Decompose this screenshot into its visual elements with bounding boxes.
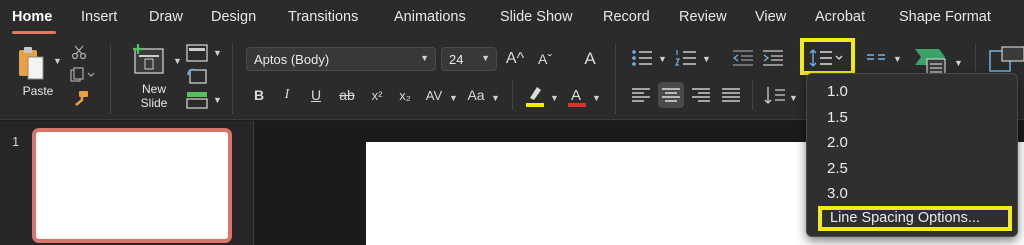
ribbon-separator: [752, 80, 753, 110]
numbering-chevron-icon[interactable]: ▼: [702, 54, 711, 64]
font-name-select[interactable]: Aptos (Body) ▼: [246, 47, 436, 71]
align-right-icon: [692, 88, 710, 102]
shrink-font-button[interactable]: Aˇ: [535, 47, 555, 71]
decrease-indent-button[interactable]: [732, 48, 754, 68]
highlight-color-button[interactable]: [524, 84, 546, 108]
tab-shape-format[interactable]: Shape Format: [899, 9, 991, 25]
menu-item-2-0[interactable]: 2.0: [827, 134, 848, 151]
shrink-font-icon: Aˇ: [538, 51, 552, 67]
increase-indent-button[interactable]: [762, 48, 784, 68]
paste-button[interactable]: [14, 44, 48, 84]
tab-view[interactable]: View: [755, 9, 786, 25]
align-right-button[interactable]: [690, 84, 712, 106]
menu-item-1-0[interactable]: 1.0: [827, 83, 848, 100]
justify-button[interactable]: [720, 84, 742, 106]
reset-slide-icon[interactable]: [186, 67, 208, 85]
format-painter-icon[interactable]: [70, 90, 90, 108]
numbering-button[interactable]: [674, 48, 698, 68]
font-color-chevron-icon[interactable]: ▼: [592, 93, 601, 103]
tab-transitions[interactable]: Transitions: [288, 9, 358, 25]
line-spacing-options-item[interactable]: Line Spacing Options...: [818, 206, 1012, 231]
highlighter-icon: [526, 87, 544, 107]
tab-slide-show[interactable]: Slide Show: [500, 9, 573, 25]
tab-draw[interactable]: Draw: [149, 9, 183, 25]
bold-button[interactable]: B: [250, 84, 268, 106]
change-case-chevron-icon[interactable]: ▼: [491, 93, 500, 103]
columns-icon: [867, 54, 885, 60]
section-icon[interactable]: [186, 91, 208, 109]
grow-font-icon: A^: [505, 50, 525, 67]
grow-font-button[interactable]: A^: [505, 47, 525, 71]
tab-animations[interactable]: Animations: [394, 9, 466, 25]
decrease-indent-icon: [732, 50, 753, 66]
section-chevron-icon[interactable]: ▼: [213, 95, 222, 105]
font-size-value: 24: [449, 51, 464, 67]
ribbon-separator: [615, 44, 616, 114]
bullets-chevron-icon[interactable]: ▼: [658, 54, 667, 64]
paste-label: Paste: [22, 84, 54, 98]
text-direction-button[interactable]: [764, 84, 786, 106]
character-spacing-button[interactable]: AV: [422, 84, 446, 106]
italic-button[interactable]: I: [278, 84, 296, 106]
highlight-chevron-icon[interactable]: ▼: [550, 93, 559, 103]
clipboard-icon: [19, 47, 44, 80]
slide-number: 1: [12, 134, 20, 149]
layout-icon[interactable]: [186, 44, 208, 62]
tab-insert[interactable]: Insert: [81, 9, 117, 25]
underline-button[interactable]: U: [307, 84, 325, 106]
ribbon-tab-bar: Home Insert Draw Design Transitions Anim…: [0, 0, 1024, 36]
columns-chevron-icon[interactable]: ▼: [893, 54, 902, 64]
superscript-button[interactable]: x²: [367, 84, 387, 106]
tab-review[interactable]: Review: [679, 9, 727, 25]
ribbon-separator: [512, 80, 513, 110]
tab-home[interactable]: Home: [12, 9, 52, 25]
menu-item-1-5[interactable]: 1.5: [827, 109, 848, 126]
new-slide-label-line1: New: [141, 82, 166, 96]
numbering-icon: [675, 50, 696, 66]
cut-icon[interactable]: [70, 44, 88, 60]
text-direction-chevron-icon[interactable]: ▼: [789, 93, 798, 103]
subscript-button[interactable]: x₂: [395, 84, 415, 106]
ribbon-separator: [232, 44, 233, 114]
active-tab-indicator: [12, 31, 56, 34]
justify-icon: [722, 88, 740, 102]
svg-text:A: A: [571, 87, 581, 104]
clear-formatting-button[interactable]: A: [578, 47, 602, 71]
increase-indent-icon: [763, 50, 783, 66]
menu-item-3-0[interactable]: 3.0: [827, 185, 848, 202]
chevron-down-icon: ▼: [481, 53, 490, 63]
clear-formatting-icon: A: [584, 49, 596, 68]
tab-acrobat[interactable]: Acrobat: [815, 9, 865, 25]
char-spacing-chevron-icon[interactable]: ▼: [449, 93, 458, 103]
tab-record[interactable]: Record: [603, 9, 650, 25]
ribbon-separator: [110, 44, 111, 114]
new-slide-button[interactable]: [130, 42, 168, 78]
new-slide-label-line2: Slide: [140, 96, 168, 110]
chevron-down-icon: ▼: [420, 53, 429, 63]
new-slide-icon: [133, 44, 164, 74]
new-slide-chevron-icon[interactable]: ▼: [173, 56, 182, 66]
tab-design[interactable]: Design: [211, 9, 256, 25]
slide-thumbnail[interactable]: [32, 128, 232, 243]
bullets-icon: [632, 50, 652, 66]
line-spacing-highlight: [800, 38, 855, 75]
columns-button[interactable]: [864, 48, 888, 68]
strikethrough-button[interactable]: ab: [335, 84, 359, 106]
paste-chevron-icon[interactable]: ▼: [53, 56, 62, 66]
align-left-icon: [632, 88, 650, 102]
font-name-value: Aptos (Body): [254, 51, 330, 67]
align-left-button[interactable]: [630, 84, 652, 106]
align-center-button[interactable]: [658, 82, 684, 108]
font-color-icon: A: [568, 87, 586, 107]
font-size-select[interactable]: 24 ▼: [441, 47, 497, 71]
change-case-button[interactable]: Aa: [464, 84, 488, 106]
align-center-icon: [662, 88, 680, 102]
text-direction-icon: [764, 87, 785, 104]
smartart-chevron-icon[interactable]: ▼: [954, 58, 963, 68]
copy-icon[interactable]: [70, 67, 96, 83]
bullets-button[interactable]: [630, 48, 654, 68]
layout-chevron-icon[interactable]: ▼: [213, 48, 222, 58]
font-color-button[interactable]: A: [566, 84, 588, 108]
menu-item-2-5[interactable]: 2.5: [827, 160, 848, 177]
